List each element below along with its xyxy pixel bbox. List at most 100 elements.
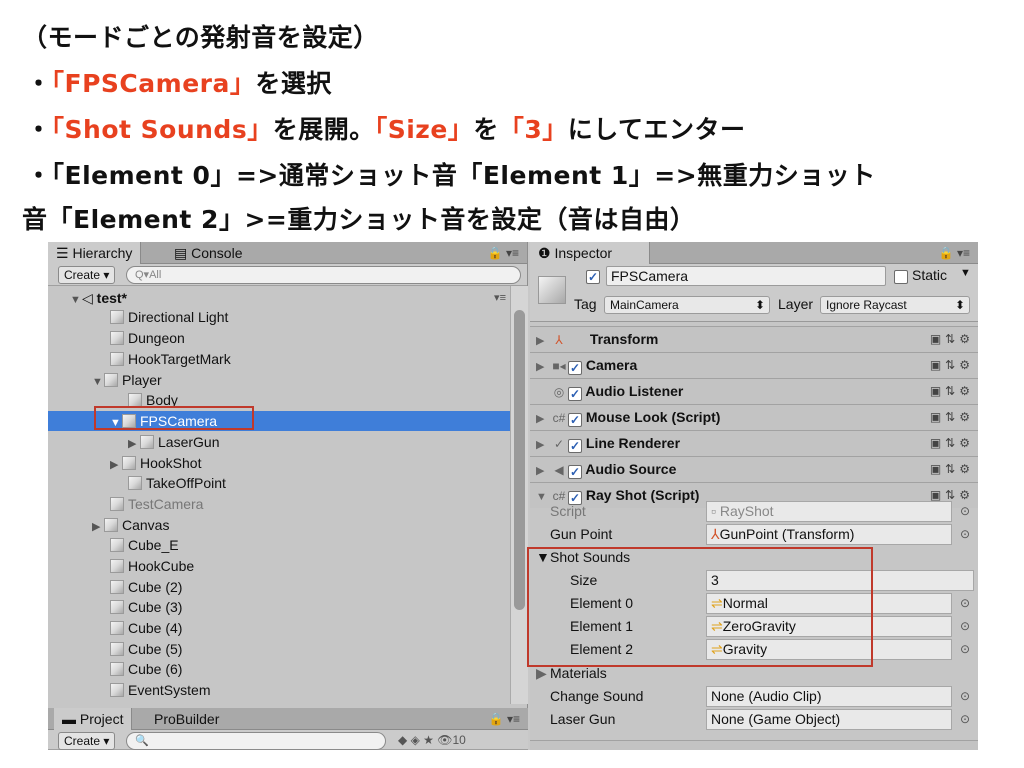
hierarchy-scrollbar[interactable] <box>510 286 528 704</box>
tab-project[interactable]: ▬ Project <box>54 708 133 730</box>
project-search-input[interactable]: 🔍 <box>126 732 386 750</box>
scrollbar-thumb[interactable] <box>514 310 525 610</box>
layer-dropdown[interactable]: Ignore Raycast ⬍ <box>820 296 970 314</box>
instruction-step-1: ・「FPSCamera」を選択 <box>26 69 332 98</box>
static-label: Static <box>912 267 948 283</box>
component-mouse-look[interactable]: ▶ c# ✓ Mouse Look (Script) ▣⇅⚙ <box>530 404 978 430</box>
component-line-renderer[interactable]: ▶ ✓ ✓ Line Renderer ▣⇅⚙ <box>530 430 978 456</box>
prop-change-sound: Change Sound None (Audio Clip) ⊙ <box>530 685 978 708</box>
hierarchy-search-input[interactable]: Q▾All <box>126 266 521 284</box>
hierarchy-item[interactable]: Directional Light <box>48 307 510 327</box>
collapse-arrow-icon[interactable]: ▶ <box>536 329 550 353</box>
change-sound-field[interactable]: None (Audio Clip) <box>706 686 952 707</box>
unity-editor: ☰ Hierarchy ▤ Console 🔒 ▾≡ Create ▾ Q▾Al… <box>48 242 978 750</box>
gameobject-icon <box>104 518 118 532</box>
component-enabled-checkbox[interactable]: ✓ <box>568 465 582 479</box>
tag-dropdown[interactable]: MainCamera ⬍ <box>604 296 770 314</box>
component-tools-icon[interactable]: ▣⇅⚙ <box>930 353 974 377</box>
component-enabled-checkbox[interactable]: ✓ <box>568 413 582 427</box>
collapse-arrow-icon[interactable]: ▶ <box>536 355 550 379</box>
hierarchy-item[interactable]: ▼ Player <box>48 370 510 390</box>
object-picker-icon[interactable]: ⊙ <box>960 708 970 731</box>
component-tools-icon[interactable]: ▣⇅⚙ <box>930 431 974 455</box>
hierarchy-item[interactable]: ▶ HookShot <box>48 453 510 473</box>
component-tools-icon[interactable]: ▣⇅⚙ <box>930 405 974 429</box>
static-dropdown-icon[interactable]: ▼ <box>960 267 971 279</box>
gameobject-icon <box>104 373 118 387</box>
project-create-button[interactable]: Create ▾ <box>58 732 116 750</box>
component-audio-listener[interactable]: ◎ ✓ Audio Listener ▣⇅⚙ <box>530 378 978 404</box>
collapse-arrow-icon[interactable]: ▶ <box>536 459 550 483</box>
gameobject-icon <box>128 393 142 407</box>
tab-probuilder[interactable]: ProBuilder <box>146 708 227 730</box>
hierarchy-item[interactable]: ▶ Canvas <box>48 515 510 535</box>
object-picker-icon[interactable]: ⊙ <box>960 500 970 523</box>
component-audio-source[interactable]: ▶ ◀ ✓ Audio Source ▣⇅⚙ <box>530 456 978 482</box>
expand-arrow-icon[interactable]: ▼ <box>92 372 104 392</box>
component-tools-icon[interactable]: ▣⇅⚙ <box>930 327 974 351</box>
scene-row[interactable]: ▼◁ test* ▾≡ <box>48 288 510 308</box>
collapse-arrow-icon[interactable]: ▶ <box>110 455 122 475</box>
component-enabled-checkbox[interactable]: ✓ <box>568 387 582 401</box>
lock-menu-icon[interactable]: 🔒 ▾≡ <box>939 242 970 264</box>
gun-point-field[interactable]: ⅄GunPoint (Transform) <box>706 524 952 545</box>
lock-menu-icon[interactable]: 🔒 ▾≡ <box>489 708 520 730</box>
object-picker-icon[interactable]: ⊙ <box>960 592 970 615</box>
tab-hierarchy[interactable]: ☰ Hierarchy <box>48 242 142 264</box>
gameobject-icon <box>110 497 124 511</box>
hierarchy-item-inactive[interactable]: TestCamera <box>48 494 510 514</box>
filter-icons[interactable]: ◆ ◈ ★ 👁10 <box>398 730 466 750</box>
active-checkbox[interactable]: ✓ <box>586 270 600 284</box>
object-name-input[interactable]: FPSCamera <box>606 266 886 286</box>
gameobject-icon <box>110 331 124 345</box>
transform-icon: ⅄ <box>555 333 563 347</box>
instruction-step-3-cont: 音「Element 2」>=重力ショット音を設定（音は自由） <box>22 205 696 234</box>
hierarchy-item[interactable]: ▶ LaserGun <box>48 432 510 452</box>
collapse-arrow-icon[interactable]: ▶ <box>92 517 104 537</box>
hierarchy-item[interactable]: TakeOffPoint <box>48 473 510 493</box>
component-tools-icon[interactable]: ▣⇅⚙ <box>930 457 974 481</box>
object-picker-icon[interactable]: ⊙ <box>960 685 970 708</box>
gameobject-icon <box>122 456 136 470</box>
audio-listener-icon: ◎ <box>553 385 565 399</box>
speaker-icon: ◀ <box>554 463 564 477</box>
hierarchy-tabbar: ☰ Hierarchy ▤ Console 🔒 ▾≡ <box>48 242 527 264</box>
object-picker-icon[interactable]: ⊙ <box>960 615 970 638</box>
scene-menu-icon[interactable]: ▾≡ <box>494 288 506 308</box>
hierarchy-item[interactable]: HookCube <box>48 556 510 576</box>
project-panel: ▬ Project ProBuilder 🔒 ▾≡ Create ▾ 🔍 ◆ ◈… <box>48 708 528 750</box>
component-tools-icon[interactable]: ▣⇅⚙ <box>930 379 974 403</box>
collapse-arrow-icon[interactable]: ▶ <box>536 433 550 457</box>
component-enabled-checkbox[interactable]: ✓ <box>568 361 582 375</box>
component-transform[interactable]: ▶ ⅄ Transform ▣⇅⚙ <box>530 326 978 352</box>
lock-menu-icon[interactable]: 🔒 ▾≡ <box>488 242 519 264</box>
hierarchy-item[interactable]: Dungeon <box>48 328 510 348</box>
inspector-panel: ❶ Inspector 🔒 ▾≡ ✓ FPSCamera Static ▼ Ta… <box>527 242 978 750</box>
hierarchy-item[interactable]: Cube (2) <box>48 577 510 597</box>
laser-gun-field[interactable]: None (Game Object) <box>706 709 952 730</box>
hierarchy-item[interactable]: Cube (4) <box>48 618 510 638</box>
hierarchy-item[interactable]: EventSystem <box>48 680 510 700</box>
create-button[interactable]: Create ▾ <box>58 266 116 284</box>
collapse-arrow-icon[interactable]: ▶ <box>536 407 550 431</box>
instruction-title: （モードごとの発射音を設定） <box>22 23 379 52</box>
tab-console[interactable]: ▤ Console <box>166 242 251 264</box>
prop-gun-point: Gun Point ⅄GunPoint (Transform) ⊙ <box>530 523 978 546</box>
object-picker-icon[interactable]: ⊙ <box>960 523 970 546</box>
hierarchy-item[interactable]: HookTargetMark <box>48 349 510 369</box>
instruction-step-2: ・「Shot Sounds」を展開。「Size」を「3」にしてエンター <box>26 115 746 144</box>
hierarchy-item[interactable]: Cube_E <box>48 535 510 555</box>
static-checkbox[interactable] <box>894 270 908 284</box>
collapse-arrow-icon[interactable]: ▶ <box>128 434 140 454</box>
hierarchy-item[interactable]: Cube (5) <box>48 639 510 659</box>
tab-inspector[interactable]: ❶ Inspector <box>530 242 650 264</box>
hierarchy-list-icon: ☰ <box>56 245 73 261</box>
component-enabled-checkbox[interactable]: ✓ <box>568 439 582 453</box>
hierarchy-item[interactable]: Cube (6) <box>48 659 510 679</box>
object-picker-icon[interactable]: ⊙ <box>960 638 970 661</box>
gameobject-icon <box>110 662 124 676</box>
hierarchy-toolbar: Create ▾ Q▾All <box>48 264 527 286</box>
hierarchy-item[interactable]: Cube (3) <box>48 597 510 617</box>
component-camera[interactable]: ▶ ■◂ ✓ Camera ▣⇅⚙ <box>530 352 978 378</box>
script-field[interactable]: ▫ RayShot <box>706 501 952 522</box>
